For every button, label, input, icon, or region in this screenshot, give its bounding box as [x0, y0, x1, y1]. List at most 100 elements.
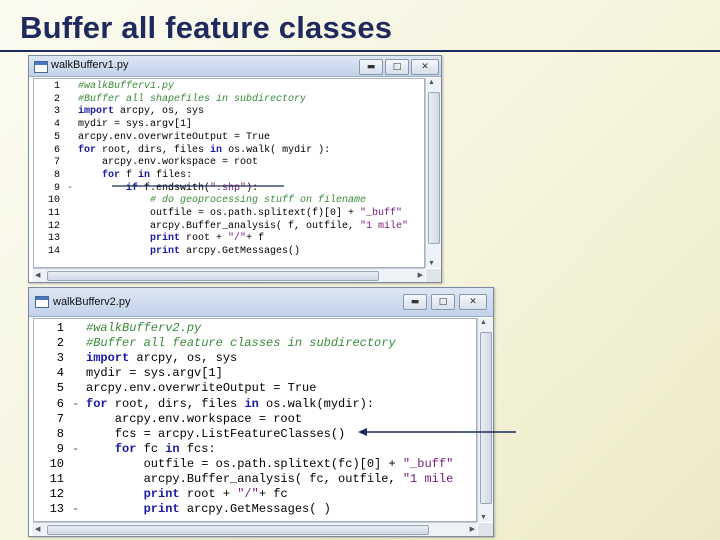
code-text: arcpy.Buffer_analysis( f, outfile, "1 mi…	[78, 221, 408, 234]
code-token: root, dirs, files	[107, 396, 245, 411]
scrollbar-thumb[interactable]	[428, 92, 440, 244]
code-line[interactable]: 3 import arcpy, os, sys	[34, 106, 424, 119]
minimize-button[interactable]: ▬	[359, 59, 383, 75]
code-line[interactable]: 11 outfile = os.path.splitext(f)[0] + "_…	[34, 208, 424, 221]
code-line[interactable]: 10 outfile = os.path.splitext(fc)[0] + "…	[34, 457, 476, 472]
code-text: mydir = sys.argv[1]	[78, 119, 192, 132]
scroll-up-arrow-icon[interactable]: ▲	[480, 319, 487, 326]
horizontal-scrollbar[interactable]: ◀ ▶	[33, 522, 477, 536]
line-number: 2	[56, 336, 64, 351]
line-number: 7	[53, 157, 60, 169]
line-number: 9	[53, 182, 60, 194]
close-button[interactable]: ✕	[411, 59, 439, 75]
code-text: if f.endswith(".shp"):	[78, 183, 258, 196]
line-number: 11	[49, 472, 64, 486]
scrollbar-thumb[interactable]	[480, 332, 492, 504]
code-token: os.walk( mydir ):	[222, 144, 331, 156]
scrollbar-thumb[interactable]	[47, 271, 379, 281]
scrollbar-corner	[478, 523, 493, 536]
code-token: #Buffer all shapefiles in subdirectory	[78, 93, 307, 105]
code-line[interactable]: 8 for f in files:	[34, 170, 424, 183]
line-number: 12	[49, 487, 64, 502]
code-line[interactable]: 4 mydir = sys.argv[1]	[34, 119, 424, 132]
code-line[interactable]: 7 arcpy.env.workspace = root	[34, 412, 476, 427]
code-line[interactable]: 6 for root, dirs, files in os.walk( mydir…	[34, 145, 424, 158]
code-line[interactable]: 12 print root + "/"+ fc	[34, 487, 476, 502]
code-text: for root, dirs, files in os.walk( mydir …	[78, 145, 330, 158]
code-line[interactable]: 5 arcpy.env.overwriteOutput = True	[34, 132, 424, 145]
code-line[interactable]: 2 #Buffer all shapefiles in subdirectory	[34, 94, 424, 107]
code-token: print	[150, 246, 181, 258]
code-line[interactable]: 9- for fc in fcs:	[34, 442, 476, 457]
scroll-down-arrow-icon[interactable]: ▼	[428, 260, 435, 267]
code-token: + f	[246, 233, 265, 245]
code-token: import	[78, 106, 115, 118]
code-text: print root + "/"+ fc	[86, 487, 288, 502]
scroll-right-arrow-icon[interactable]: ▶	[470, 525, 475, 533]
code-text: print root + "/"+ f	[78, 233, 264, 246]
code-token: root, dirs, files	[96, 144, 211, 156]
close-button[interactable]: ✕	[459, 294, 487, 310]
code-line[interactable]: 13 print root + "/"+ f	[34, 233, 424, 246]
window-titlebar[interactable]: walkBufferv1.py ▬ □ ✕	[29, 56, 441, 77]
line-number: 6	[53, 144, 60, 156]
code-text: arcpy.env.overwriteOutput = True	[78, 132, 270, 145]
python-file-icon	[35, 296, 49, 308]
code-text: fcs = arcpy.ListFeatureClasses()	[86, 427, 345, 442]
minimize-button[interactable]: ▬	[403, 294, 427, 310]
code-line[interactable]: 2 #Buffer all feature classes in subdirec…	[34, 336, 476, 351]
editor-window-v2[interactable]: walkBufferv2.py ▬ □ ✕ 1 #walkBufferv2.py 2…	[28, 287, 494, 537]
code-token: f.endswith(	[138, 182, 211, 194]
code-line[interactable]: 13- print arcpy.GetMessages( )	[34, 502, 476, 517]
code-line[interactable]: 14 print arcpy.GetMessages()	[34, 246, 424, 259]
line-number: 3	[53, 106, 60, 118]
scrollbar-thumb[interactable]	[47, 525, 429, 535]
code-editor[interactable]: 1 #walkBufferv1.py 2 #Buffer all shapefiles…	[33, 78, 425, 268]
code-text: # do geoprocessing stuff on filename	[78, 195, 366, 208]
vertical-scrollbar[interactable]: ▲ ▼	[477, 318, 493, 522]
code-line[interactable]: 1 #walkBufferv1.py	[34, 81, 424, 94]
line-number: 13	[49, 502, 64, 517]
line-number: 2	[53, 93, 60, 105]
fold-marker-icon[interactable]: -	[67, 183, 73, 196]
code-token: arcpy.env.workspace = root	[78, 157, 259, 169]
fold-marker-icon[interactable]: -	[72, 502, 79, 517]
code-line[interactable]: 7 arcpy.env.workspace = root	[34, 157, 424, 170]
fold-marker-icon[interactable]: -	[72, 442, 79, 457]
code-text: for fc in fcs:	[86, 442, 216, 457]
code-text: #walkBufferv1.py	[78, 81, 174, 94]
vertical-scrollbar[interactable]: ▲ ▼	[425, 78, 441, 268]
scroll-left-arrow-icon[interactable]: ◀	[35, 525, 40, 533]
scroll-left-arrow-icon[interactable]: ◀	[35, 271, 40, 279]
scroll-right-arrow-icon[interactable]: ▶	[418, 271, 423, 279]
maximize-button[interactable]: □	[431, 294, 455, 310]
scrollbar-corner	[426, 269, 441, 282]
code-line[interactable]: 3 import arcpy, os, sys	[34, 351, 476, 366]
code-token: #walkBufferv2.py	[86, 321, 202, 335]
maximize-button[interactable]: □	[385, 59, 409, 75]
code-token: print	[143, 487, 180, 502]
code-line[interactable]: 9- if f.endswith(".shp"):	[34, 183, 424, 196]
horizontal-scrollbar[interactable]: ◀ ▶	[33, 268, 425, 282]
code-line[interactable]: 4 mydir = sys.argv[1]	[34, 366, 476, 381]
code-token: fc	[136, 441, 166, 456]
code-line[interactable]: 6- for root, dirs, files in os.walk(mydir…	[34, 397, 476, 412]
code-line[interactable]: 11 arcpy.Buffer_analysis( fc, outfile, "…	[34, 472, 476, 487]
window-titlebar[interactable]: walkBufferv2.py ▬ □ ✕	[29, 288, 493, 317]
editor-window-v1[interactable]: walkBufferv1.py ▬ □ ✕ 1 #walkBufferv1.py 2…	[28, 55, 442, 283]
code-editor[interactable]: 1 #walkBufferv2.py 2 #Buffer all feature cl…	[33, 318, 477, 522]
fold-marker-icon[interactable]: -	[72, 397, 79, 412]
scroll-down-arrow-icon[interactable]: ▼	[480, 514, 487, 521]
code-line[interactable]: 10 # do geoprocessing stuff on filename	[34, 195, 424, 208]
code-line[interactable]: 12 arcpy.Buffer_analysis( f, outfile, "1…	[34, 221, 424, 234]
code-line[interactable]: 5 arcpy.env.overwriteOutput = True	[34, 381, 476, 396]
code-text: for f in files:	[78, 170, 192, 183]
code-token: "1 mile	[402, 472, 454, 486]
python-file-icon	[34, 61, 48, 73]
code-line[interactable]: 8 fcs = arcpy.ListFeatureClasses()	[34, 427, 476, 442]
window-title: walkBufferv2.py	[53, 296, 131, 308]
line-number: 13	[47, 233, 60, 245]
scroll-up-arrow-icon[interactable]: ▲	[428, 79, 435, 86]
code-line[interactable]: 1 #walkBufferv2.py	[34, 321, 476, 336]
